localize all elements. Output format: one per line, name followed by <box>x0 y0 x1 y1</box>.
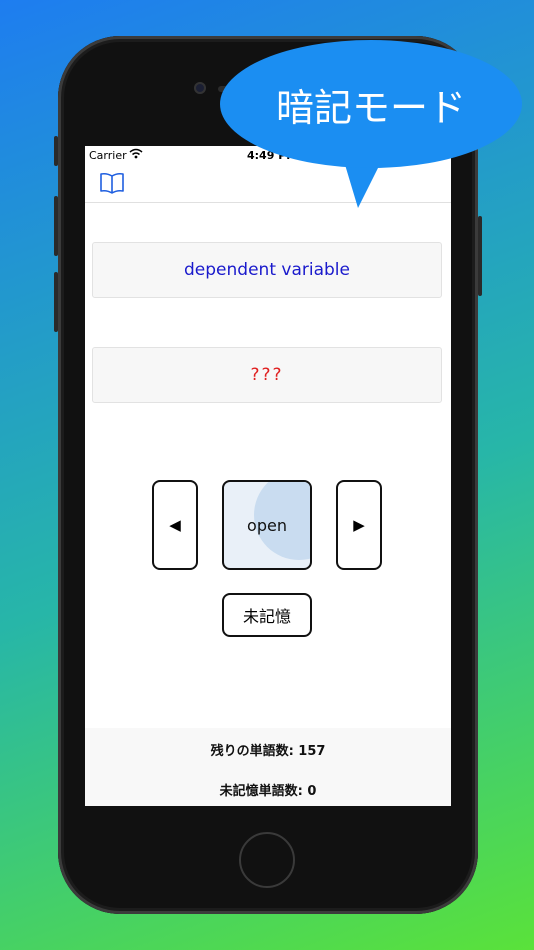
power-button <box>478 216 482 296</box>
volume-up-button <box>54 196 58 256</box>
word-card: dependent variable <box>92 242 442 298</box>
unmemorized-button-label: 未記憶 <box>242 607 291 626</box>
carrier-label: Carrier <box>89 149 127 162</box>
mute-switch <box>54 136 58 166</box>
callout-text: 暗記モード <box>275 85 466 130</box>
open-button-label: open <box>247 515 287 535</box>
next-arrow-icon: ▶ <box>353 516 365 534</box>
previous-button[interactable]: ◀ <box>152 480 198 570</box>
answer-card: ??? <box>92 347 442 403</box>
unmemorized-button[interactable]: 未記憶 <box>222 593 312 637</box>
stats-footer: 残りの単語数: 157 未記憶単語数: 0 <box>85 728 451 806</box>
volume-down-button <box>54 272 58 332</box>
phone-frame: Carrier 4:49 PM dependent variable ??? ◀ <box>54 36 482 914</box>
wifi-icon <box>129 148 143 162</box>
remaining-words-count: 残りの単語数: 157 <box>210 744 326 759</box>
next-button[interactable]: ▶ <box>336 480 382 570</box>
open-button[interactable]: open <box>222 480 312 570</box>
front-camera <box>194 82 206 94</box>
home-button[interactable] <box>239 832 295 888</box>
mode-callout-bubble: 暗記モード <box>220 40 522 168</box>
book-icon[interactable] <box>99 172 125 194</box>
navigation-bar <box>85 166 451 203</box>
app-screen: Carrier 4:49 PM dependent variable ??? ◀ <box>85 146 451 806</box>
unmemorized-words-count: 未記憶単語数: 0 <box>219 784 317 799</box>
previous-arrow-icon: ◀ <box>169 516 181 534</box>
